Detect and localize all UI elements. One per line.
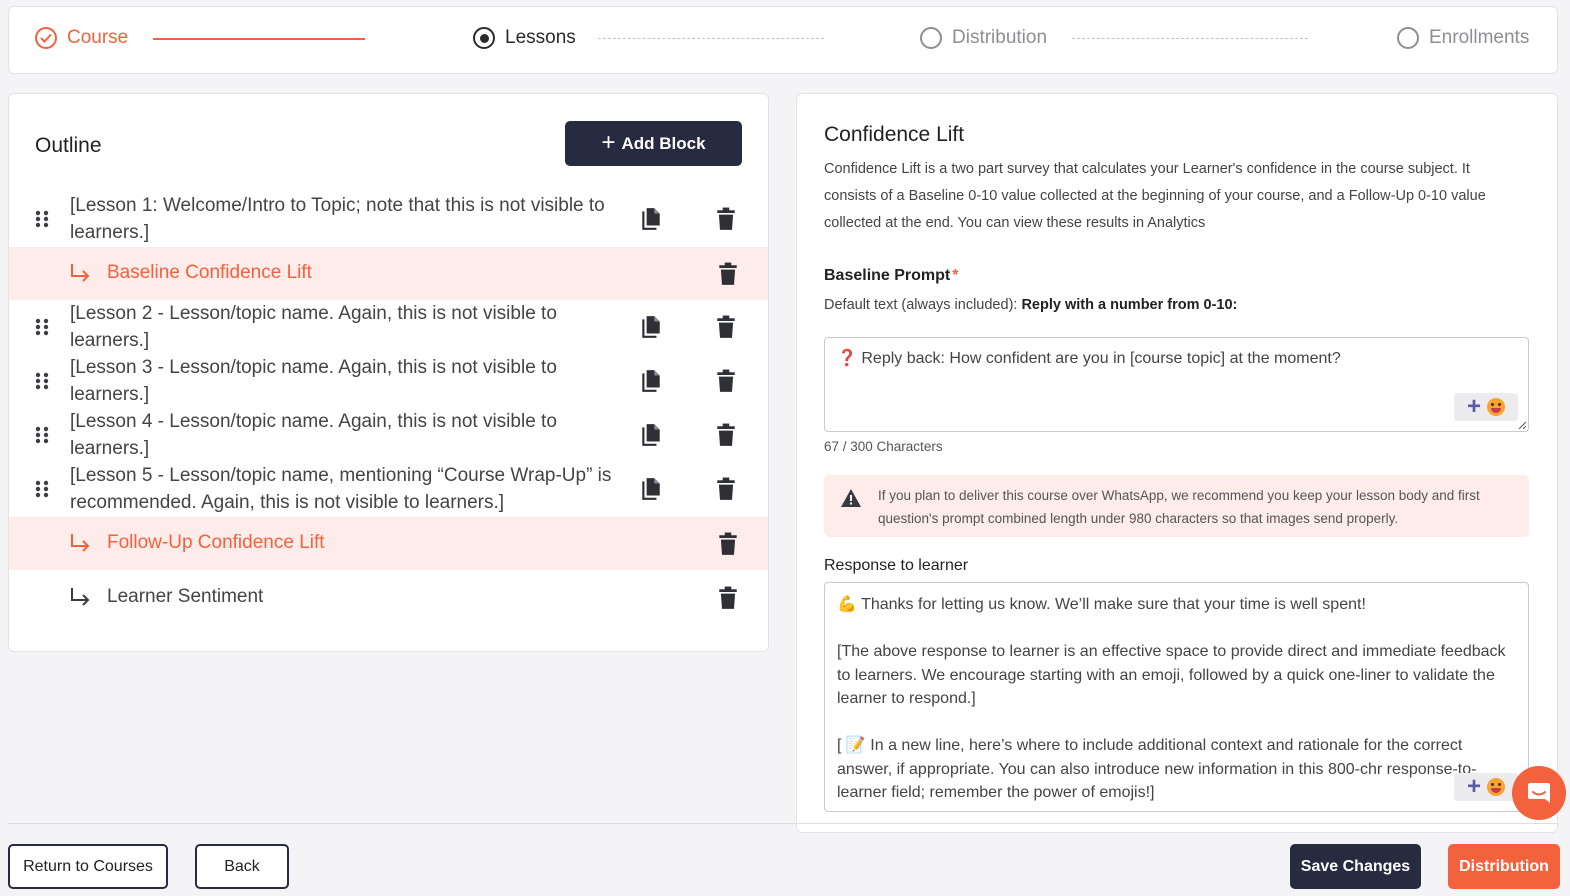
- trash-icon[interactable]: [715, 207, 737, 231]
- trash-icon[interactable]: [715, 477, 737, 501]
- back-button[interactable]: Back: [195, 844, 289, 889]
- emoji-icon: [1487, 398, 1505, 416]
- add-block-label: Add Block: [621, 133, 706, 153]
- drag-handle-icon[interactable]: [35, 318, 49, 336]
- lesson-title[interactable]: [Lesson 1: Welcome/Intro to Topic; note …: [70, 192, 615, 246]
- distribution-next-button[interactable]: Distribution: [1448, 844, 1560, 889]
- block-row-learner-sentiment[interactable]: Learner Sentiment: [9, 571, 768, 624]
- plus-icon: +: [1466, 773, 1481, 800]
- trash-icon[interactable]: [717, 532, 739, 556]
- sub-arrow-icon: [71, 264, 90, 282]
- emoji-picker-button[interactable]: +: [1454, 393, 1518, 421]
- response-paragraph: 💪 Thanks for letting us know. We’ll make…: [837, 593, 1516, 617]
- chat-launcher[interactable]: [1512, 766, 1566, 820]
- baseline-prompt-label-text: Baseline Prompt: [824, 267, 951, 284]
- lesson-title[interactable]: [Lesson 5 - Lesson/topic name, mentionin…: [70, 462, 615, 516]
- response-label: Response to learner: [824, 557, 969, 574]
- response-to-learner-input[interactable]: 💪 Thanks for letting us know. We’ll make…: [824, 582, 1529, 812]
- lesson-row[interactable]: [Lesson 2 - Lesson/topic name. Again, th…: [9, 300, 768, 354]
- block-label[interactable]: Learner Sentiment: [107, 586, 263, 608]
- response-paragraph: [The above response to learner is an eff…: [837, 643, 1506, 707]
- footer-divider: [8, 823, 1558, 824]
- flexed-biceps-emoji-icon: 💪: [837, 596, 857, 613]
- default-text-note: Default text (always included): Reply wi…: [824, 297, 1237, 313]
- copy-icon[interactable]: [640, 423, 662, 447]
- question-emoji-icon: ❓: [837, 350, 857, 367]
- drag-handle-icon[interactable]: [35, 480, 49, 498]
- copy-icon[interactable]: [640, 315, 662, 339]
- step-connector: [153, 38, 365, 40]
- step-label: Enrollments: [1429, 27, 1530, 48]
- step-enrollments[interactable]: Enrollments: [1397, 27, 1529, 49]
- block-detail-panel: Confidence Lift Confidence Lift is a two…: [796, 93, 1558, 833]
- chat-icon: [1528, 783, 1550, 803]
- plus-icon: +: [1466, 393, 1481, 420]
- lesson-title[interactable]: [Lesson 2 - Lesson/topic name. Again, th…: [70, 300, 615, 354]
- baseline-prompt-input[interactable]: ❓ Reply back: How confident are you in […: [824, 337, 1529, 432]
- response-bracket: [: [837, 737, 842, 754]
- lesson-row[interactable]: [Lesson 3 - Lesson/topic name. Again, th…: [9, 354, 768, 408]
- lesson-title[interactable]: [Lesson 3 - Lesson/topic name. Again, th…: [70, 354, 615, 408]
- radio-empty-icon: [920, 27, 942, 49]
- block-title: Confidence Lift: [824, 123, 965, 146]
- check-circle-icon: [35, 27, 57, 49]
- response-line: In a new line, here’s where to include a…: [837, 737, 1477, 801]
- required-mark: *: [952, 267, 959, 284]
- step-label: Distribution: [952, 27, 1048, 48]
- step-label: Course: [67, 27, 129, 48]
- baseline-char-count: 67 / 300 Characters: [824, 439, 943, 454]
- step-distribution[interactable]: Distribution: [920, 27, 1047, 49]
- emoji-picker-button[interactable]: +: [1454, 773, 1518, 801]
- response-paragraph: [ 📝 In a new line, here’s where to inclu…: [837, 734, 1516, 805]
- lesson-row[interactable]: [Lesson 5 - Lesson/topic name, mentionin…: [9, 462, 768, 516]
- block-row-follow-up-confidence-lift[interactable]: Follow-Up Confidence Lift: [9, 517, 768, 570]
- baseline-prompt-value: Reply back: How confident are you in [co…: [861, 350, 1341, 367]
- trash-icon[interactable]: [717, 262, 739, 286]
- trash-icon[interactable]: [715, 315, 737, 339]
- whatsapp-warning: If you plan to deliver this course over …: [824, 475, 1529, 537]
- radio-dot-icon: [473, 27, 495, 49]
- step-lessons[interactable]: Lessons: [473, 27, 576, 49]
- step-course[interactable]: Course: [35, 27, 128, 49]
- sub-arrow-icon: [71, 534, 90, 552]
- trash-icon[interactable]: [717, 586, 739, 610]
- drag-handle-icon[interactable]: [35, 210, 49, 228]
- sub-arrow-icon: [71, 588, 90, 606]
- block-row-baseline-confidence-lift[interactable]: Baseline Confidence Lift: [9, 247, 768, 300]
- step-connector: [598, 38, 824, 39]
- copy-icon[interactable]: [640, 207, 662, 231]
- warning-text: If you plan to deliver this course over …: [878, 488, 1480, 526]
- copy-icon[interactable]: [640, 369, 662, 393]
- block-label[interactable]: Follow-Up Confidence Lift: [107, 532, 325, 554]
- block-description: Confidence Lift is a two part survey tha…: [824, 161, 1486, 231]
- trash-icon[interactable]: [715, 369, 737, 393]
- plus-icon: +: [601, 128, 616, 156]
- return-to-courses-button[interactable]: Return to Courses: [8, 844, 168, 889]
- block-label[interactable]: Baseline Confidence Lift: [107, 262, 312, 284]
- lesson-row[interactable]: [Lesson 4 - Lesson/topic name. Again, th…: [9, 408, 768, 462]
- progress-stepper: Course Lessons Distribution Enrollments: [8, 6, 1558, 74]
- lesson-row[interactable]: [Lesson 1: Welcome/Intro to Topic; note …: [9, 192, 768, 246]
- radio-empty-icon: [1397, 27, 1419, 49]
- drag-handle-icon[interactable]: [35, 426, 49, 444]
- default-text-prefix: Default text (always included):: [824, 297, 1018, 313]
- default-text-value: Reply with a number from 0-10:: [1021, 297, 1238, 313]
- drag-handle-icon[interactable]: [35, 372, 49, 390]
- lesson-title[interactable]: [Lesson 4 - Lesson/topic name. Again, th…: [70, 408, 615, 462]
- response-line: Thanks for letting us know. We’ll make s…: [861, 596, 1366, 613]
- outline-title: Outline: [35, 134, 102, 157]
- step-label: Lessons: [505, 27, 576, 48]
- trash-icon[interactable]: [715, 423, 737, 447]
- memo-emoji-icon: 📝: [845, 737, 866, 754]
- baseline-prompt-label: Baseline Prompt *: [824, 267, 959, 285]
- save-changes-button[interactable]: Save Changes: [1290, 844, 1421, 889]
- step-connector: [1072, 38, 1308, 39]
- copy-icon[interactable]: [640, 477, 662, 501]
- add-block-button[interactable]: + Add Block: [565, 121, 742, 166]
- emoji-icon: [1487, 778, 1505, 796]
- resize-handle-icon[interactable]: [1518, 421, 1526, 429]
- outline-panel: Outline + Add Block [Lesson 1: Welcome/I…: [8, 93, 769, 652]
- warning-icon: [841, 489, 861, 507]
